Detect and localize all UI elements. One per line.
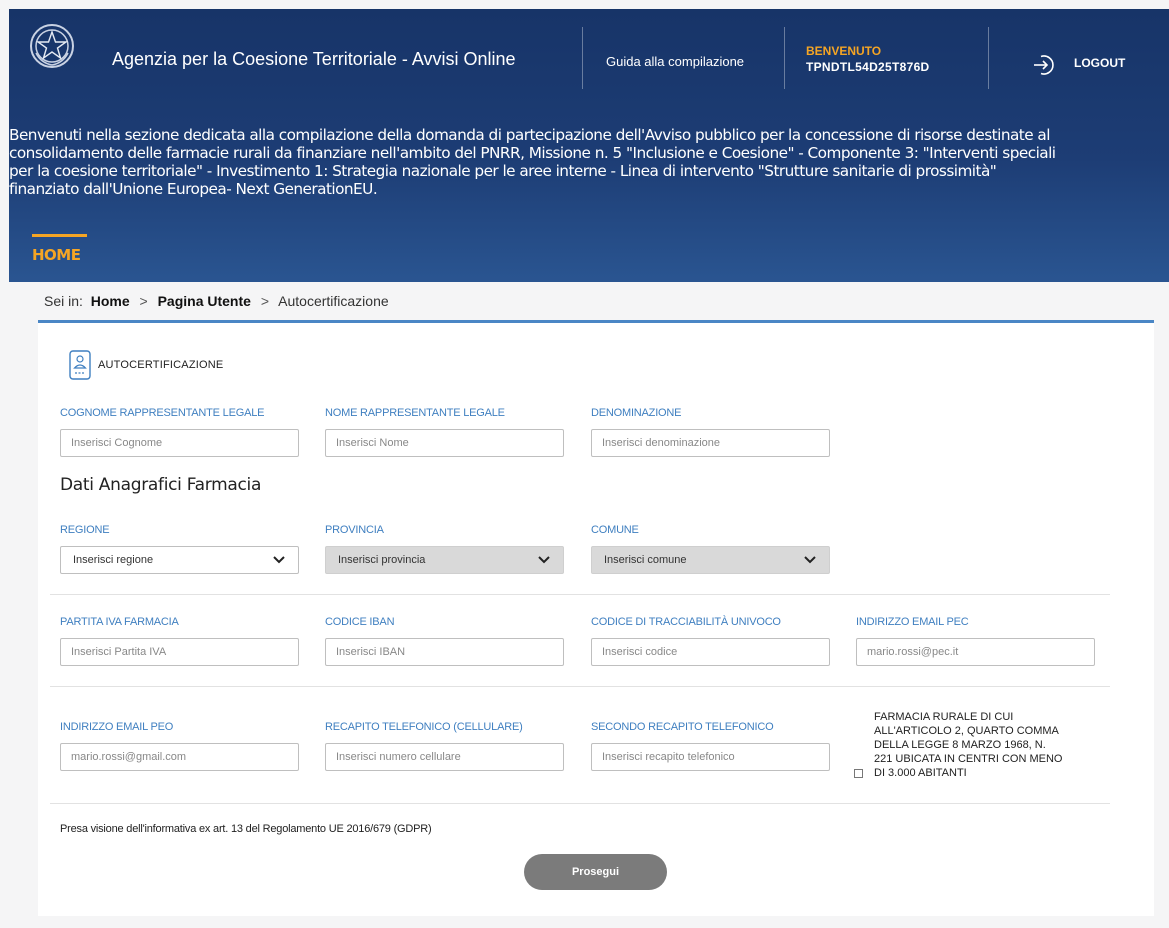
breadcrumb: Sei in: Home > Pagina Utente > Autocerti…: [44, 293, 389, 309]
pec-input[interactable]: [856, 638, 1095, 666]
regione-select[interactable]: Inserisci regione: [60, 546, 299, 574]
provincia-selected-value: Inserisci provincia: [338, 554, 426, 566]
self-certification-form: AUTOCERTIFICAZIONE COGNOME RAPPRESENTANT…: [38, 320, 1154, 916]
tab-home[interactable]: HOME: [32, 234, 87, 265]
breadcrumb-prefix: Sei in:: [44, 293, 83, 309]
nome-label: NOME RAPPRESENTANTE LEGALE: [325, 407, 505, 419]
regione-label: REGIONE: [60, 524, 110, 536]
iban-label: CODICE IBAN: [325, 616, 395, 628]
guide-link[interactable]: Guida alla compilazione: [606, 54, 744, 69]
comune-selected-value: Inserisci comune: [604, 554, 687, 566]
breadcrumb-home-link[interactable]: Home: [91, 293, 130, 309]
comune-label: COMUNE: [591, 524, 639, 536]
secondo-telefono-input[interactable]: [591, 743, 830, 771]
active-tab-indicator: [32, 234, 87, 237]
breadcrumb-separator: >: [260, 293, 270, 309]
logout-button[interactable]: LOGOUT: [1074, 56, 1125, 70]
divider: [50, 803, 1110, 804]
nome-input[interactable]: [325, 429, 564, 457]
breadcrumb-separator: >: [139, 293, 148, 309]
gdpr-notice: Presa visione dell'informativa ex art. 1…: [60, 823, 432, 835]
header-divider: [784, 27, 785, 89]
comune-select[interactable]: Inserisci comune: [591, 546, 830, 574]
provincia-label: PROVINCIA: [325, 524, 384, 536]
welcome-label: BENVENUTO: [806, 44, 882, 58]
rural-pharmacy-checkbox[interactable]: [854, 769, 863, 778]
peo-input[interactable]: [60, 743, 299, 771]
chevron-down-icon: [538, 556, 550, 564]
peo-label: INDIRIZZO EMAIL PEO: [60, 721, 174, 733]
cognome-label: COGNOME RAPPRESENTANTE LEGALE: [60, 407, 265, 419]
rural-pharmacy-checkbox-label[interactable]: FARMACIA RURALE DI CUI ALL'ARTICOLO 2, Q…: [874, 710, 1064, 780]
breadcrumb-user-page-link[interactable]: Pagina Utente: [158, 293, 251, 309]
chevron-down-icon: [804, 556, 816, 564]
user-fiscal-code: TPNDTL54D25T876D: [806, 60, 930, 74]
prosegui-button[interactable]: Prosegui: [524, 854, 667, 890]
header-divider: [988, 27, 989, 89]
cellulare-label: RECAPITO TELEFONICO (CELLULARE): [325, 721, 523, 733]
divider: [50, 594, 1110, 595]
logout-icon[interactable]: [1032, 53, 1056, 77]
denominazione-input[interactable]: [591, 429, 830, 457]
intro-text: Benvenuti nella sezione dedicata alla co…: [9, 126, 1056, 198]
welcome-block: BENVENUTO TPNDTL54D25T876D: [806, 44, 930, 74]
pharmacy-data-heading: Dati Anagrafici Farmacia: [60, 475, 262, 495]
partita-iva-input[interactable]: [60, 638, 299, 666]
cognome-input[interactable]: [60, 429, 299, 457]
tracciabilita-input[interactable]: [591, 638, 830, 666]
regione-selected-value: Inserisci regione: [73, 554, 154, 566]
divider: [50, 686, 1110, 687]
pec-label: INDIRIZZO EMAIL PEC: [856, 616, 969, 628]
chevron-down-icon: [273, 556, 285, 564]
top-bar: Agenzia per la Coesione Territoriale - A…: [9, 9, 1169, 109]
partita-iva-label: PARTITA IVA FARMACIA: [60, 616, 179, 628]
breadcrumb-current: Autocertificazione: [278, 293, 389, 309]
denominazione-label: DENOMINAZIONE: [591, 407, 682, 419]
header-divider: [582, 27, 583, 89]
id-card-icon: [69, 350, 91, 380]
italian-emblem-icon[interactable]: [29, 23, 75, 69]
provincia-select[interactable]: Inserisci provincia: [325, 546, 564, 574]
section-header: AUTOCERTIFICAZIONE: [69, 350, 223, 380]
cellulare-input[interactable]: [325, 743, 564, 771]
iban-input[interactable]: [325, 638, 564, 666]
secondo-telefono-label: SECONDO RECAPITO TELEFONICO: [591, 721, 774, 733]
app-title: Agenzia per la Coesione Territoriale - A…: [112, 49, 516, 69]
site-header: Agenzia per la Coesione Territoriale - A…: [9, 9, 1169, 282]
tab-home-label: HOME: [32, 246, 81, 264]
tracciabilita-label: CODICE DI TRACCIABILITÀ UNIVOCO: [591, 616, 781, 628]
section-title: AUTOCERTIFICAZIONE: [98, 359, 224, 371]
